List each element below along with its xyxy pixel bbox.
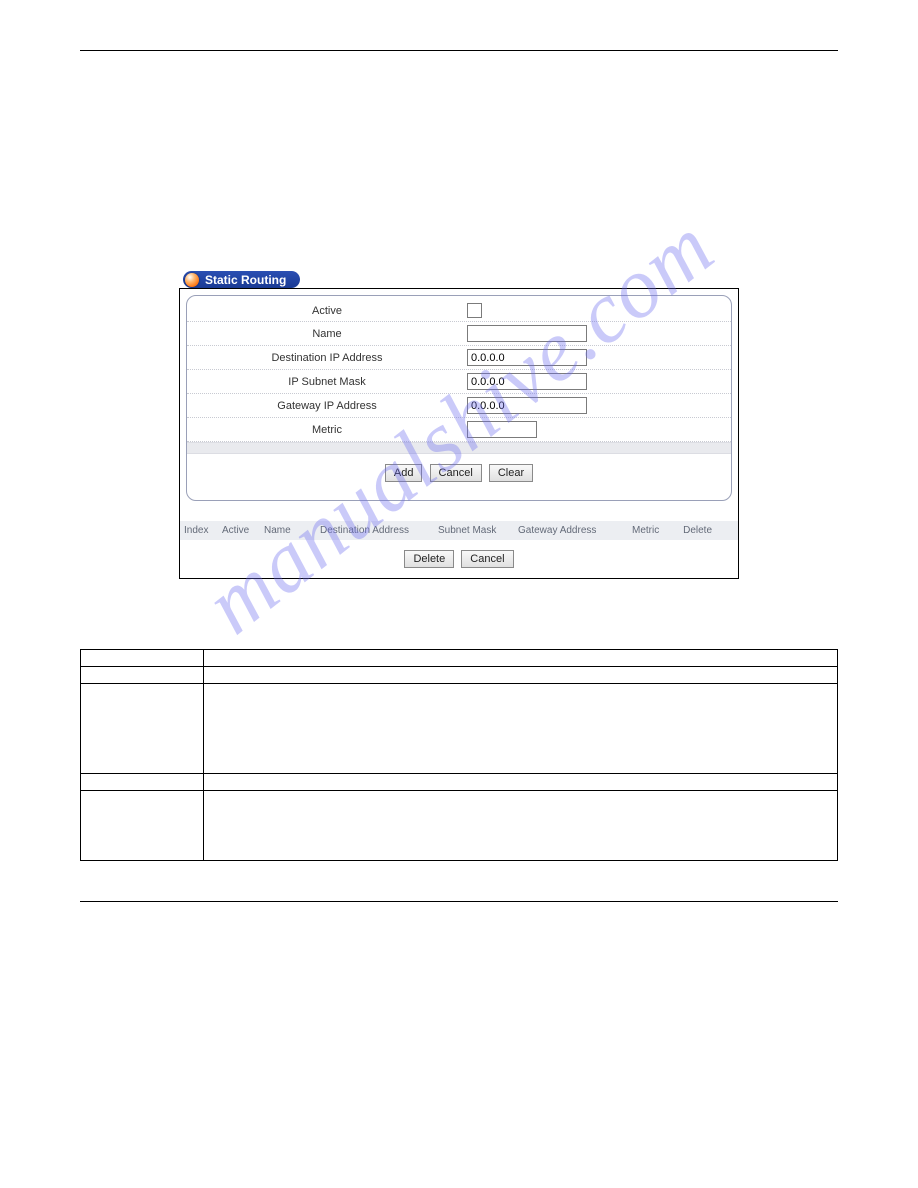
desc-text: [204, 791, 838, 861]
table-row: [81, 684, 838, 774]
page-bottom-rule: [80, 901, 838, 902]
gateway-ip-input[interactable]: [467, 397, 587, 414]
name-label: Name: [197, 328, 467, 340]
desc-label: [81, 791, 204, 861]
dest-ip-input[interactable]: [467, 349, 587, 366]
cancel-button-bottom[interactable]: Cancel: [461, 550, 513, 568]
col-mask: Subnet Mask: [438, 525, 512, 536]
bullet-icon: [185, 273, 199, 287]
desc-text: [204, 667, 838, 684]
table-row: [81, 774, 838, 791]
col-gw: Gateway Address: [518, 525, 626, 536]
panel-title-bar: Static Routing: [183, 271, 739, 288]
table-row: [81, 791, 838, 861]
col-name: Name: [264, 525, 314, 536]
table-row: [81, 667, 838, 684]
config-panel: Active Name Destination IP Address IP Su…: [179, 288, 739, 579]
col-index: Index: [184, 525, 216, 536]
active-checkbox[interactable]: [467, 303, 482, 318]
desc-label: [81, 650, 204, 667]
metric-label: Metric: [197, 424, 467, 436]
active-label: Active: [197, 305, 467, 317]
cancel-button-top[interactable]: Cancel: [430, 464, 482, 482]
desc-label: [81, 667, 204, 684]
screenshot-container: manualshive.com Static Routing Active Na…: [179, 271, 739, 579]
table-row: [81, 650, 838, 667]
description-table: [80, 649, 838, 861]
col-del: Delete: [674, 525, 712, 536]
dest-ip-label: Destination IP Address: [197, 352, 467, 364]
metric-input[interactable]: [467, 421, 537, 438]
desc-text: [204, 684, 838, 774]
desc-label: [81, 684, 204, 774]
routes-table-header: Index Active Name Destination Address Su…: [180, 521, 738, 540]
col-metric: Metric: [632, 525, 668, 536]
subnet-mask-input[interactable]: [467, 373, 587, 390]
col-dest: Destination Address: [320, 525, 432, 536]
gateway-ip-label: Gateway IP Address: [197, 400, 467, 412]
clear-button[interactable]: Clear: [489, 464, 533, 482]
add-button[interactable]: Add: [385, 464, 423, 482]
form-fieldset: Active Name Destination IP Address IP Su…: [186, 295, 732, 501]
desc-label: [81, 774, 204, 791]
name-input[interactable]: [467, 325, 587, 342]
desc-text: [204, 650, 838, 667]
page-top-rule: [80, 50, 838, 51]
subnet-mask-label: IP Subnet Mask: [197, 376, 467, 388]
delete-button[interactable]: Delete: [404, 550, 454, 568]
panel-title-text: Static Routing: [205, 273, 286, 287]
desc-text: [204, 774, 838, 791]
col-active: Active: [222, 525, 258, 536]
